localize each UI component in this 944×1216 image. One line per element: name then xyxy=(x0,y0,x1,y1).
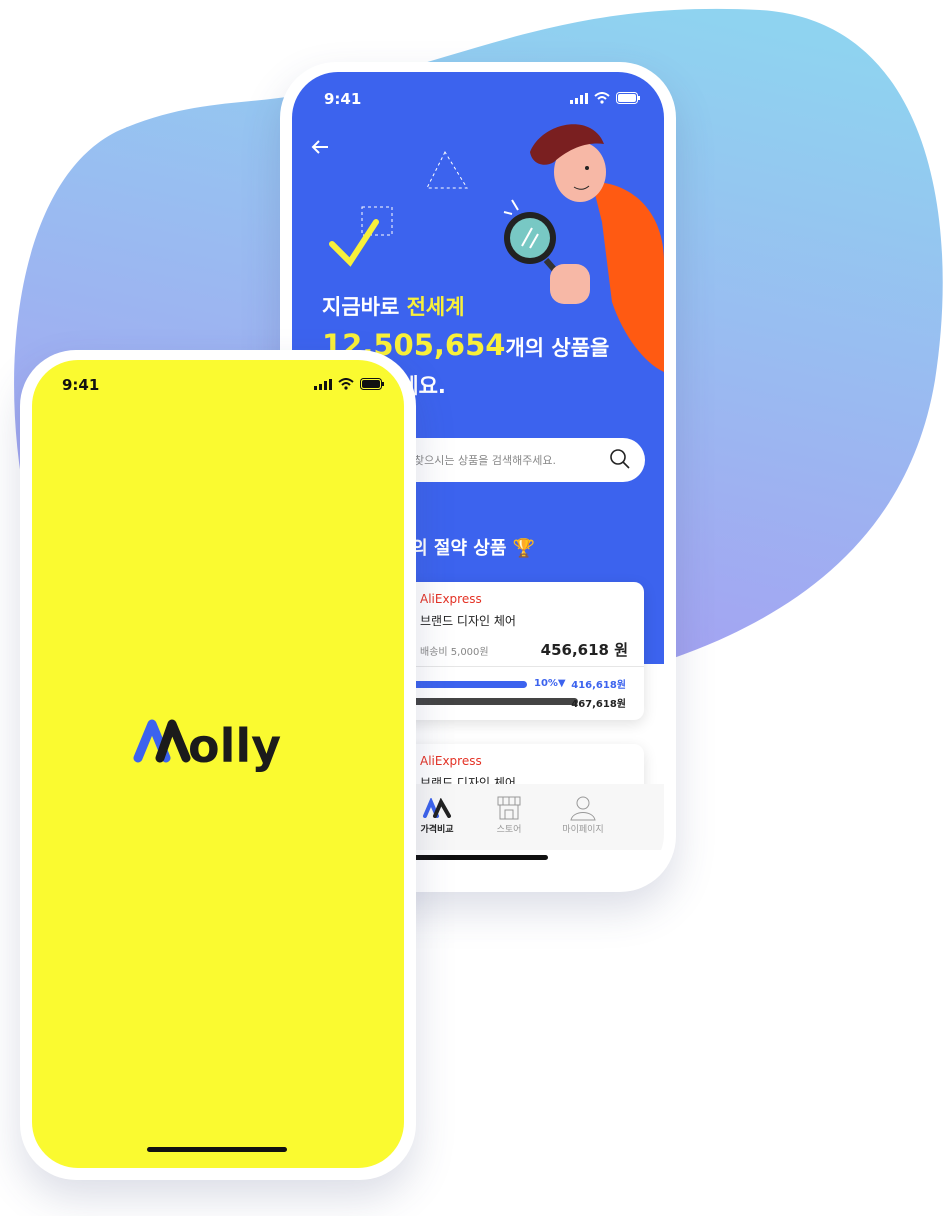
battery-icon xyxy=(360,378,384,390)
product-price: 456,618 원 xyxy=(540,641,628,659)
search-icon xyxy=(610,449,630,469)
tab-label: 스토어 xyxy=(496,825,522,835)
headline-suffix: 개의 상품을 xyxy=(505,336,610,360)
brand-label: AliExpress xyxy=(420,754,482,768)
status-bar: 9:41 xyxy=(62,376,384,396)
price-a: 416,618원 xyxy=(571,680,626,691)
shipping-fee: 배송비 5,000원 xyxy=(420,647,489,658)
brand-label: AliExpress xyxy=(420,592,482,606)
discount-badge: 10%▼ xyxy=(534,678,566,689)
search-button[interactable] xyxy=(609,448,631,474)
front-phone: 9:41 olly xyxy=(20,350,416,1180)
headline-highlight: 전세계 xyxy=(406,295,465,319)
person-icon xyxy=(570,796,596,821)
molly-logo: olly xyxy=(133,719,281,773)
status-time: 9:41 xyxy=(62,376,100,394)
home-indicator xyxy=(147,1147,287,1152)
home-indicator xyxy=(396,855,548,860)
wifi-icon xyxy=(338,378,354,390)
molly-icon xyxy=(423,798,451,818)
tab-mypage[interactable]: 마이페이지 xyxy=(548,794,618,835)
product-name: 브랜드 디자인 체어 xyxy=(420,614,516,628)
signal-icon xyxy=(314,378,332,390)
headline-prefix: 지금바로 xyxy=(322,295,407,319)
tab-label: 마이페이지 xyxy=(562,825,604,835)
tab-store[interactable]: 스토어 xyxy=(474,794,544,835)
splash-screen: 9:41 olly xyxy=(32,360,404,1168)
logo-text: olly xyxy=(188,719,281,773)
price-b: 467,618원 xyxy=(571,699,626,710)
search-placeholder: 찾으시는 상품을 검색해주세요. xyxy=(414,454,557,467)
store-icon xyxy=(497,796,521,820)
